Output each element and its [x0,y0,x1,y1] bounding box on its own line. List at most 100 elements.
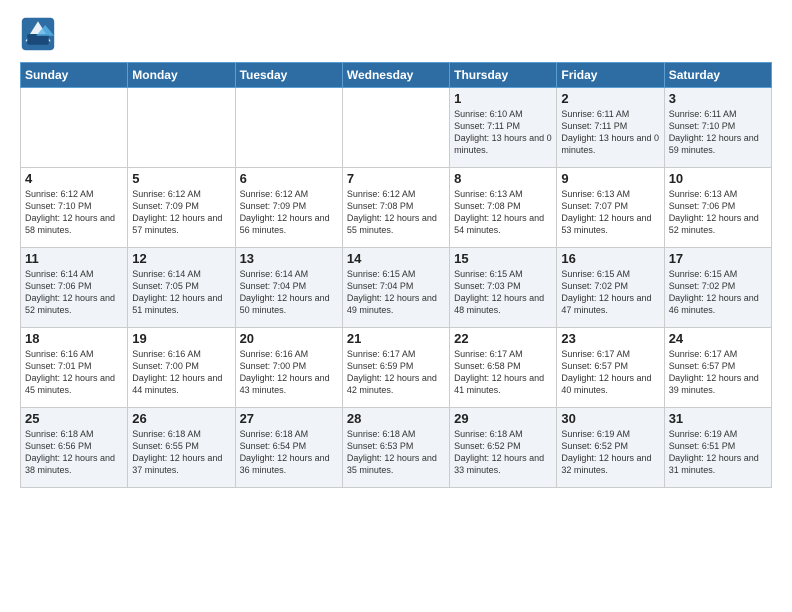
header-thursday: Thursday [450,63,557,88]
cell-info: Sunrise: 6:12 AM Sunset: 7:09 PM Dayligh… [132,188,230,237]
cell-info: Sunrise: 6:13 AM Sunset: 7:07 PM Dayligh… [561,188,659,237]
header-wednesday: Wednesday [342,63,449,88]
day-number: 2 [561,91,659,106]
calendar-cell: 14Sunrise: 6:15 AM Sunset: 7:04 PM Dayli… [342,248,449,328]
week-row: 4 Sunrise: 6:12 AM Sunset: 7:10 PM Daylig… [21,168,772,248]
cell-info: Sunrise: 6:12 AM Sunset: 7:10 PM Dayligh… [25,188,123,237]
calendar-cell: 15 Sunrise: 6:15 AM Sunset: 7:03 PM Dayli… [450,248,557,328]
week-row: 18 Sunrise: 6:16 AM Sunset: 7:01 PM Dayli… [21,328,772,408]
header-friday: Friday [557,63,664,88]
cell-info: Sunrise: 6:18 AM Sunset: 6:53 PM Dayligh… [347,428,445,477]
calendar-cell: 22 Sunrise: 6:17 AM Sunset: 6:58 PM Dayli… [450,328,557,408]
calendar-cell: 11 Sunrise: 6:14 AM Sunset: 7:06 PM Dayli… [21,248,128,328]
calendar-cell: 7 Sunrise: 6:12 AM Sunset: 7:08 PM Daylig… [342,168,449,248]
cell-info: Sunrise: 6:18 AM Sunset: 6:56 PM Dayligh… [25,428,123,477]
cell-info: Sunrise: 6:10 AM Sunset: 7:11 PM Dayligh… [454,108,552,157]
calendar-cell: 5 Sunrise: 6:12 AM Sunset: 7:09 PM Daylig… [128,168,235,248]
day-number: 1 [454,91,552,106]
calendar-cell: 3 Sunrise: 6:11 AM Sunset: 7:10 PM Daylig… [664,88,771,168]
calendar-cell [128,88,235,168]
calendar-cell: 24 Sunrise: 6:17 AM Sunset: 6:57 PM Dayli… [664,328,771,408]
day-number: 10 [669,171,767,186]
cell-info: Sunrise: 6:13 AM Sunset: 7:06 PM Dayligh… [669,188,767,237]
cell-info: Sunrise: 6:18 AM Sunset: 6:55 PM Dayligh… [132,428,230,477]
cell-info: Sunrise: 6:17 AM Sunset: 6:57 PM Dayligh… [561,348,659,397]
day-number: 23 [561,331,659,346]
cell-info: Sunrise: 6:11 AM Sunset: 7:10 PM Dayligh… [669,108,767,157]
cell-info: Sunrise: 6:17 AM Sunset: 6:58 PM Dayligh… [454,348,552,397]
calendar-cell: 9 Sunrise: 6:13 AM Sunset: 7:07 PM Daylig… [557,168,664,248]
calendar-cell: 2 Sunrise: 6:11 AM Sunset: 7:11 PM Daylig… [557,88,664,168]
calendar-cell: 10 Sunrise: 6:13 AM Sunset: 7:06 PM Dayli… [664,168,771,248]
calendar-cell: 30 Sunrise: 6:19 AM Sunset: 6:52 PM Dayli… [557,408,664,488]
calendar-cell: 21Sunrise: 6:17 AM Sunset: 6:59 PM Dayli… [342,328,449,408]
day-number: 25 [25,411,123,426]
calendar-cell: 4 Sunrise: 6:12 AM Sunset: 7:10 PM Daylig… [21,168,128,248]
cell-info: Sunrise: 6:16 AM Sunset: 7:00 PM Dayligh… [240,348,338,397]
header-sunday: Sunday [21,63,128,88]
calendar-body: 1 Sunrise: 6:10 AM Sunset: 7:11 PM Daylig… [21,88,772,488]
cell-info: Sunrise: 6:16 AM Sunset: 7:00 PM Dayligh… [132,348,230,397]
cell-info: Sunrise: 6:15 AM Sunset: 7:02 PM Dayligh… [669,268,767,317]
day-number: 15 [454,251,552,266]
cell-info: Sunrise: 6:18 AM Sunset: 6:54 PM Dayligh… [240,428,338,477]
cell-info: Sunrise: 6:19 AM Sunset: 6:51 PM Dayligh… [669,428,767,477]
cell-info: Sunrise: 6:16 AM Sunset: 7:01 PM Dayligh… [25,348,123,397]
cell-info: Sunrise: 6:15 AM Sunset: 7:04 PM Dayligh… [347,268,445,317]
cell-info: Sunrise: 6:13 AM Sunset: 7:08 PM Dayligh… [454,188,552,237]
header [20,16,772,52]
calendar-cell: 25 Sunrise: 6:18 AM Sunset: 6:56 PM Dayli… [21,408,128,488]
cell-info: Sunrise: 6:15 AM Sunset: 7:02 PM Dayligh… [561,268,659,317]
day-number: 8 [454,171,552,186]
cell-info: Sunrise: 6:14 AM Sunset: 7:06 PM Dayligh… [25,268,123,317]
cell-info: Sunrise: 6:17 AM Sunset: 6:59 PM Dayligh… [347,348,445,397]
day-number: 20 [240,331,338,346]
logo [20,16,60,52]
header-monday: Monday [128,63,235,88]
calendar-cell: 26Sunrise: 6:18 AM Sunset: 6:55 PM Dayli… [128,408,235,488]
calendar-cell: 1 Sunrise: 6:10 AM Sunset: 7:11 PM Daylig… [450,88,557,168]
cell-info: Sunrise: 6:19 AM Sunset: 6:52 PM Dayligh… [561,428,659,477]
day-number: 3 [669,91,767,106]
calendar-cell [21,88,128,168]
calendar-cell: 31 Sunrise: 6:19 AM Sunset: 6:51 PM Dayli… [664,408,771,488]
cell-info: Sunrise: 6:12 AM Sunset: 7:08 PM Dayligh… [347,188,445,237]
page: Sunday Monday Tuesday Wednesday Thursday… [0,0,792,498]
calendar-cell: 6 Sunrise: 6:12 AM Sunset: 7:09 PM Daylig… [235,168,342,248]
cell-info: Sunrise: 6:15 AM Sunset: 7:03 PM Dayligh… [454,268,552,317]
day-number: 18 [25,331,123,346]
header-tuesday: Tuesday [235,63,342,88]
cell-info: Sunrise: 6:14 AM Sunset: 7:04 PM Dayligh… [240,268,338,317]
cell-info: Sunrise: 6:12 AM Sunset: 7:09 PM Dayligh… [240,188,338,237]
day-number: 24 [669,331,767,346]
calendar-cell: 13 Sunrise: 6:14 AM Sunset: 7:04 PM Dayli… [235,248,342,328]
calendar-cell: 27Sunrise: 6:18 AM Sunset: 6:54 PM Dayli… [235,408,342,488]
calendar-cell: 16Sunrise: 6:15 AM Sunset: 7:02 PM Dayli… [557,248,664,328]
day-number: 22 [454,331,552,346]
cell-info: Sunrise: 6:17 AM Sunset: 6:57 PM Dayligh… [669,348,767,397]
day-number: 5 [132,171,230,186]
day-number: 12 [132,251,230,266]
day-number: 4 [25,171,123,186]
calendar-cell: 17Sunrise: 6:15 AM Sunset: 7:02 PM Dayli… [664,248,771,328]
day-number: 9 [561,171,659,186]
calendar-cell: 28 Sunrise: 6:18 AM Sunset: 6:53 PM Dayli… [342,408,449,488]
calendar-cell [342,88,449,168]
calendar-cell: 29Sunrise: 6:18 AM Sunset: 6:52 PM Dayli… [450,408,557,488]
cell-info: Sunrise: 6:11 AM Sunset: 7:11 PM Dayligh… [561,108,659,157]
day-number: 13 [240,251,338,266]
day-number: 29 [454,411,552,426]
header-row: Sunday Monday Tuesday Wednesday Thursday… [21,63,772,88]
day-number: 30 [561,411,659,426]
day-number: 7 [347,171,445,186]
generalblue-logo-icon [20,16,56,52]
calendar-table: Sunday Monday Tuesday Wednesday Thursday… [20,62,772,488]
calendar-cell [235,88,342,168]
day-number: 28 [347,411,445,426]
day-number: 11 [25,251,123,266]
week-row: 25 Sunrise: 6:18 AM Sunset: 6:56 PM Dayli… [21,408,772,488]
day-number: 6 [240,171,338,186]
cell-info: Sunrise: 6:14 AM Sunset: 7:05 PM Dayligh… [132,268,230,317]
day-number: 19 [132,331,230,346]
day-number: 31 [669,411,767,426]
